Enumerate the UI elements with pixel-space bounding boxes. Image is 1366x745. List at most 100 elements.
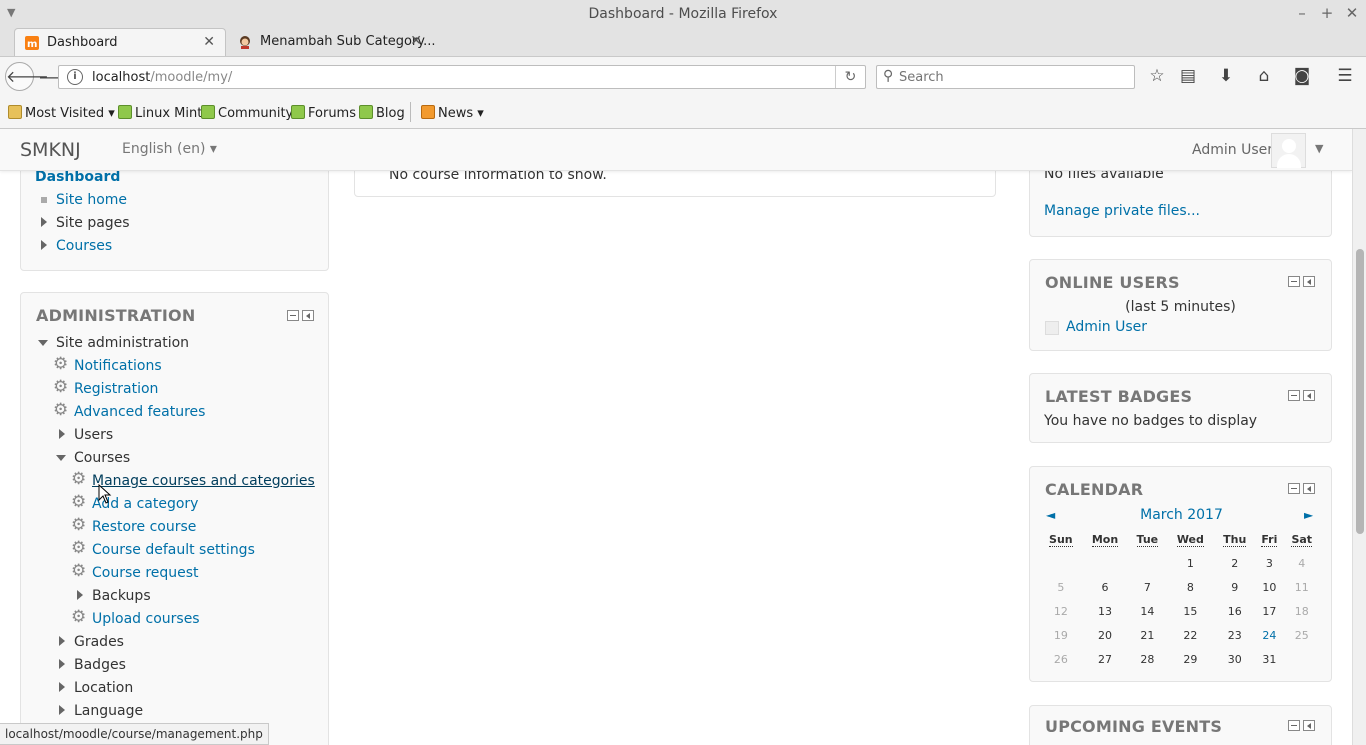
- bookmark-forums[interactable]: Forums: [291, 105, 356, 121]
- expand-icon[interactable]: [77, 590, 83, 600]
- minimize-block-icon[interactable]: [287, 310, 299, 321]
- admin-location[interactable]: Location: [74, 680, 133, 696]
- admin-course-request[interactable]: Course request: [92, 565, 199, 581]
- calendar-day[interactable]: 16: [1214, 599, 1255, 623]
- scrollbar-thumb[interactable]: [1356, 249, 1364, 534]
- close-tab-icon[interactable]: ✕: [203, 34, 215, 50]
- calendar-day[interactable]: 25: [1284, 623, 1320, 647]
- admin-backups[interactable]: Backups: [92, 588, 151, 604]
- minimize-icon[interactable]: –: [1293, 4, 1311, 22]
- search-bar[interactable]: ⚲: [876, 65, 1135, 89]
- calendar-day[interactable]: 26: [1040, 647, 1082, 671]
- close-tab-icon[interactable]: ✕: [410, 33, 422, 49]
- admin-upload-courses[interactable]: Upload courses: [92, 611, 200, 627]
- admin-courses[interactable]: Courses: [74, 450, 130, 466]
- calendar-day[interactable]: 22: [1166, 623, 1214, 647]
- back-button[interactable]: 🡐: [5, 62, 49, 91]
- admin-badges[interactable]: Badges: [74, 657, 126, 673]
- reload-icon[interactable]: ↻: [835, 66, 865, 88]
- minimize-block-icon[interactable]: [1288, 483, 1300, 494]
- home-icon[interactable]: ⌂: [1254, 66, 1274, 86]
- calendar-day[interactable]: 1: [1166, 551, 1214, 575]
- online-user-link[interactable]: Admin User: [1066, 319, 1147, 335]
- calendar-day[interactable]: 14: [1128, 599, 1166, 623]
- dock-block-icon[interactable]: [1303, 483, 1315, 494]
- language-menu[interactable]: English (en) ▾: [122, 141, 217, 157]
- nav-site-home[interactable]: Site home: [56, 192, 127, 208]
- calendar-day[interactable]: 31: [1255, 647, 1283, 671]
- calendar-month-link[interactable]: March 2017: [1140, 507, 1223, 523]
- admin-users[interactable]: Users: [74, 427, 113, 443]
- calendar-day[interactable]: 20: [1082, 623, 1129, 647]
- dock-block-icon[interactable]: [302, 310, 314, 321]
- calendar-day[interactable]: 2: [1214, 551, 1255, 575]
- calendar-day[interactable]: 29: [1166, 647, 1214, 671]
- admin-registration[interactable]: Registration: [74, 381, 158, 397]
- bookmark-news[interactable]: News ▾: [421, 105, 484, 121]
- url-text[interactable]: localhost/moodle/my/: [92, 70, 232, 85]
- calendar-day[interactable]: 10: [1255, 575, 1283, 599]
- minimize-block-icon[interactable]: [1288, 390, 1300, 401]
- bookmark-community[interactable]: Community: [201, 105, 293, 121]
- admin-grades[interactable]: Grades: [74, 634, 124, 650]
- dock-block-icon[interactable]: [1303, 390, 1315, 401]
- previous-month-icon[interactable]: ◄: [1046, 508, 1055, 522]
- calendar-day[interactable]: 21: [1128, 623, 1166, 647]
- expand-icon[interactable]: [41, 217, 47, 227]
- calendar-day[interactable]: 13: [1082, 599, 1129, 623]
- site-info-icon[interactable]: i: [67, 69, 83, 85]
- calendar-day[interactable]: 30: [1214, 647, 1255, 671]
- admin-language[interactable]: Language: [74, 703, 143, 719]
- expand-icon[interactable]: [59, 636, 65, 646]
- calendar-day[interactable]: 17: [1255, 599, 1283, 623]
- admin-notifications[interactable]: Notifications: [74, 358, 162, 374]
- calendar-day[interactable]: 12: [1040, 599, 1082, 623]
- calendar-day[interactable]: 7: [1128, 575, 1166, 599]
- nav-courses[interactable]: Courses: [56, 238, 112, 254]
- expand-icon[interactable]: [59, 659, 65, 669]
- expand-icon[interactable]: [59, 429, 65, 439]
- nav-site-pages[interactable]: Site pages: [56, 215, 130, 231]
- minimize-block-icon[interactable]: [1288, 720, 1300, 731]
- calendar-day[interactable]: 24: [1255, 623, 1283, 647]
- site-administration[interactable]: Site administration: [56, 335, 189, 351]
- nav-dashboard[interactable]: Dashboard: [35, 169, 120, 185]
- calendar-day[interactable]: 5: [1040, 575, 1082, 599]
- collapse-icon[interactable]: [38, 340, 48, 346]
- dock-block-icon[interactable]: [1303, 720, 1315, 731]
- bookmark-star-icon[interactable]: ☆: [1147, 66, 1167, 86]
- bookmark-blog[interactable]: Blog: [359, 105, 405, 121]
- close-window-icon[interactable]: ✕: [1343, 4, 1361, 22]
- expand-icon[interactable]: [59, 682, 65, 692]
- calendar-day[interactable]: 3: [1255, 551, 1283, 575]
- user-menu-caret-icon[interactable]: ▼: [1315, 142, 1323, 155]
- bookmark-linux-mint[interactable]: Linux Mint: [118, 105, 202, 121]
- admin-restore-course[interactable]: Restore course: [92, 519, 196, 535]
- url-bar[interactable]: i localhost/moodle/my/ ↻: [58, 65, 866, 89]
- admin-manage-courses[interactable]: Manage courses and categories: [92, 473, 315, 489]
- calendar-day[interactable]: 8: [1166, 575, 1214, 599]
- pocket-icon[interactable]: ◙: [1292, 66, 1312, 86]
- tab-dashboard[interactable]: m Dashboard ✕: [14, 28, 226, 56]
- manage-private-files-link[interactable]: Manage private files...: [1044, 203, 1200, 219]
- bookmark-most-visited[interactable]: Most Visited ▾: [8, 105, 115, 121]
- calendar-day[interactable]: 23: [1214, 623, 1255, 647]
- downloads-icon[interactable]: ⬇: [1216, 66, 1236, 86]
- minimize-block-icon[interactable]: [1288, 276, 1300, 287]
- expand-icon[interactable]: [59, 705, 65, 715]
- calendar-day[interactable]: 27: [1082, 647, 1129, 671]
- maximize-icon[interactable]: +: [1318, 4, 1336, 22]
- calendar-day[interactable]: 19: [1040, 623, 1082, 647]
- user-name[interactable]: Admin User: [1192, 142, 1273, 158]
- calendar-day[interactable]: 11: [1284, 575, 1320, 599]
- expand-icon[interactable]: [41, 240, 47, 250]
- admin-advanced-features[interactable]: Advanced features: [74, 404, 205, 420]
- hamburger-menu-icon[interactable]: ☰: [1335, 66, 1355, 86]
- page-scrollbar[interactable]: [1352, 129, 1366, 745]
- calendar-day[interactable]: 18: [1284, 599, 1320, 623]
- tab-menambah-sub-category[interactable]: Menambah Sub Category... ✕: [228, 28, 435, 56]
- admin-course-default-settings[interactable]: Course default settings: [92, 542, 255, 558]
- search-input[interactable]: [899, 68, 1129, 86]
- reading-list-icon[interactable]: ▤: [1178, 66, 1198, 86]
- dock-block-icon[interactable]: [1303, 276, 1315, 287]
